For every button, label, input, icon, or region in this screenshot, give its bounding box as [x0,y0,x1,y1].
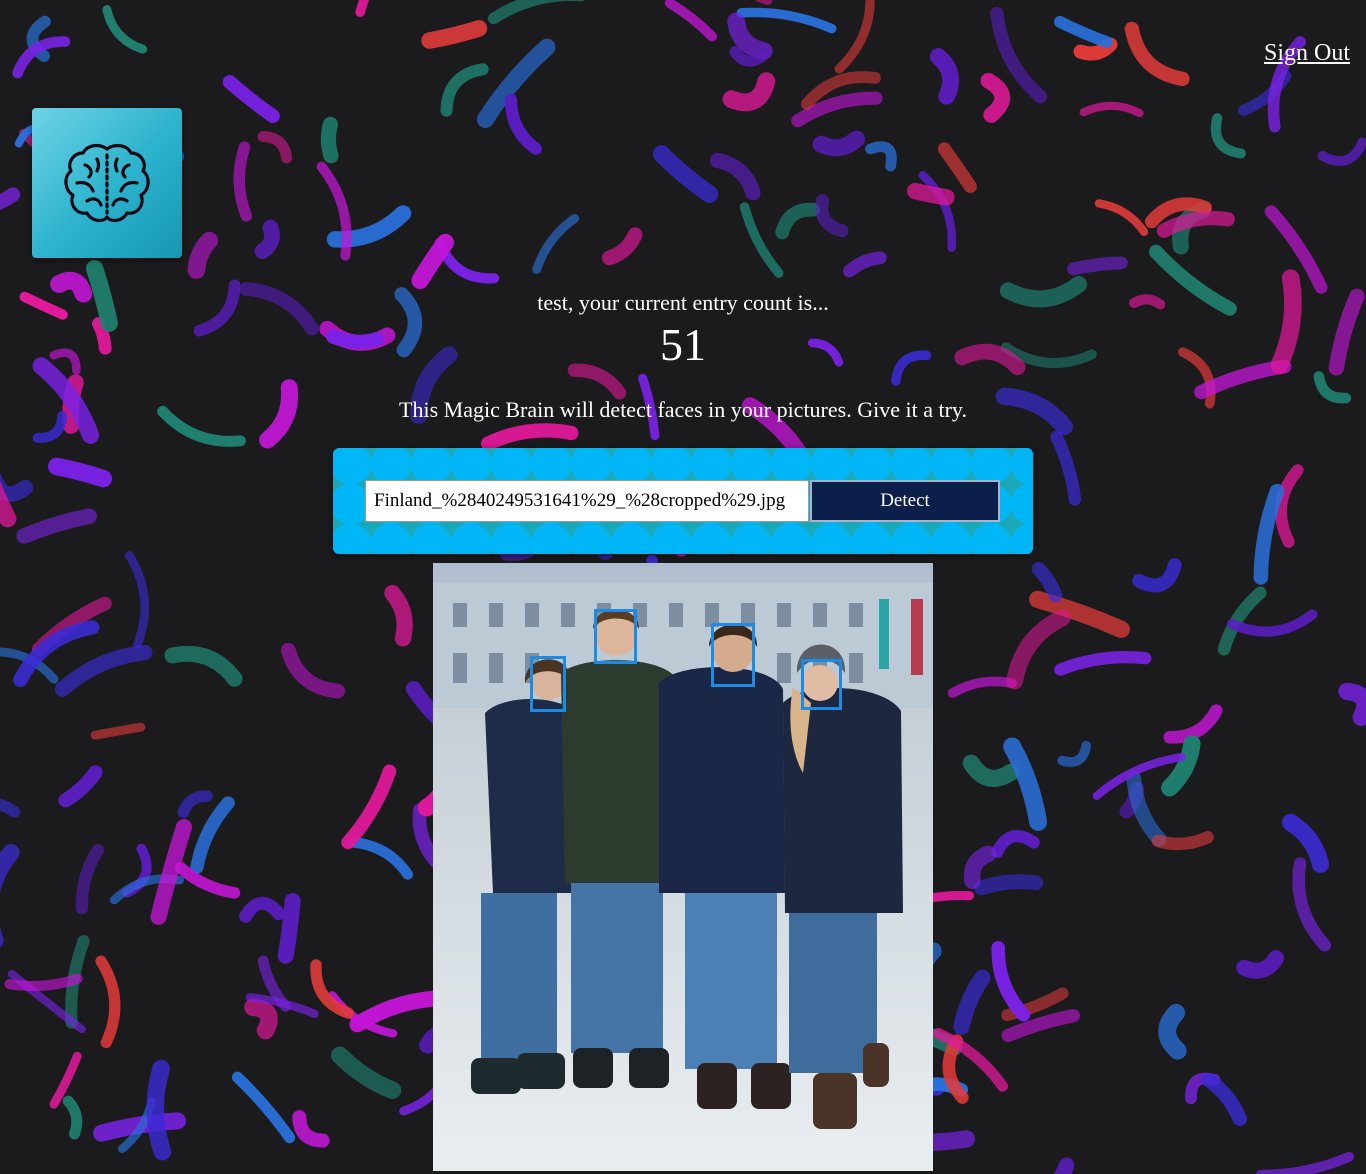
face-bounding-box [530,656,566,712]
logo-card[interactable] [32,108,182,258]
face-bounding-box [711,623,755,687]
sign-out-link[interactable]: Sign Out [1264,40,1350,67]
detect-button[interactable]: Detect [810,480,1000,522]
image-url-form: Detect [333,448,1033,554]
entry-count-value: 51 [660,319,706,370]
app-page: Sign Out test, your current entry count … [0,0,1366,1174]
face-bounding-box [594,609,637,664]
group-photo [433,563,933,1171]
entry-count-label: test, your current entry count is... [537,290,829,315]
face-bounding-box [801,659,842,710]
app-description: This Magic Brain will detect faces in yo… [399,397,967,422]
result-image [433,563,933,1171]
brain-icon [64,143,150,223]
image-url-input[interactable] [365,480,809,522]
